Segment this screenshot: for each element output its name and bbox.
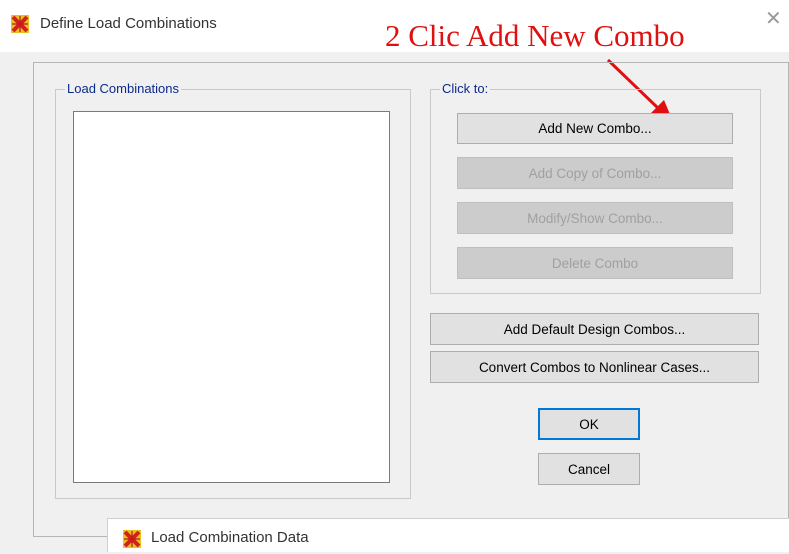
instruction-annotation: 2 Clic Add New Combo: [385, 18, 685, 53]
convert-combos-button[interactable]: Convert Combos to Nonlinear Cases...: [430, 351, 759, 383]
app-icon: [122, 529, 142, 549]
load-combination-data-window[interactable]: Load Combination Data: [107, 518, 789, 552]
sub-window-title: Load Combination Data: [151, 529, 309, 546]
click-to-legend: Click to:: [440, 81, 491, 96]
app-icon: [10, 14, 30, 34]
add-new-combo-button[interactable]: Add New Combo...: [457, 113, 733, 144]
window-title: Define Load Combinations: [40, 15, 217, 32]
add-default-design-combos-button[interactable]: Add Default Design Combos...: [430, 313, 759, 345]
add-copy-combo-button[interactable]: Add Copy of Combo...: [457, 157, 733, 189]
cancel-button[interactable]: Cancel: [538, 453, 640, 485]
load-combinations-list[interactable]: [73, 111, 390, 483]
ok-button[interactable]: OK: [538, 408, 640, 440]
load-combinations-legend: Load Combinations: [65, 81, 182, 96]
close-icon[interactable]: ✕: [765, 8, 782, 28]
modify-show-combo-button[interactable]: Modify/Show Combo...: [457, 202, 733, 234]
delete-combo-button[interactable]: Delete Combo: [457, 247, 733, 279]
